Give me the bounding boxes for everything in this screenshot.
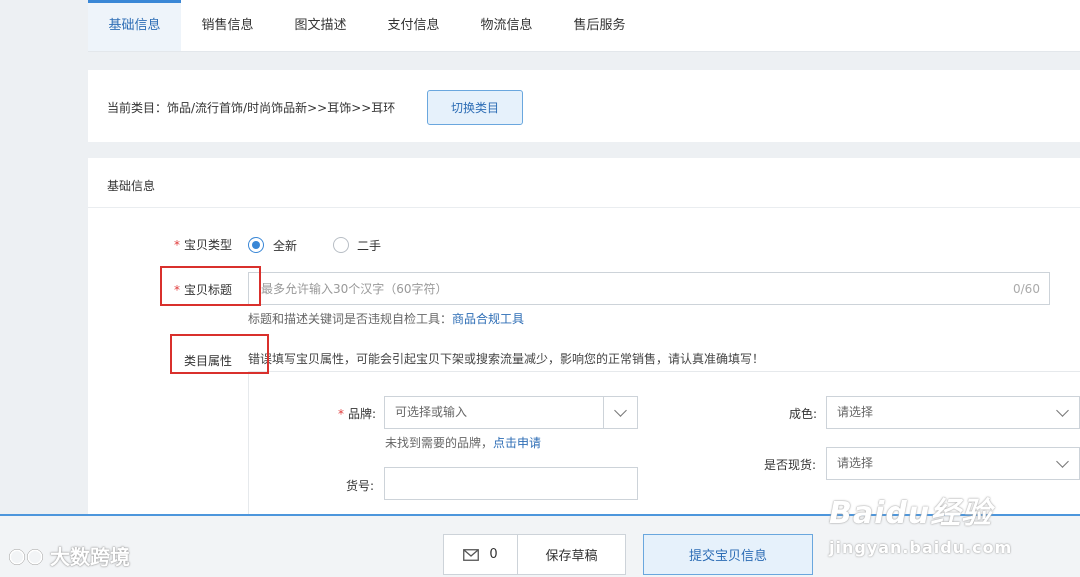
- tab-logistics-info[interactable]: 物流信息: [460, 0, 553, 51]
- item-title-label: * 宝贝标题: [174, 283, 233, 297]
- message-count: 0: [489, 547, 498, 562]
- tab-payment-info[interactable]: 支付信息: [367, 0, 460, 51]
- submit-item-button[interactable]: 提交宝贝信息: [643, 534, 813, 575]
- condition-dropdown-toggle[interactable]: [1056, 397, 1069, 428]
- divider: [88, 207, 1080, 208]
- in-stock-placeholder: 请选择: [837, 456, 874, 470]
- category-attributes-label: 类目属性: [184, 354, 233, 368]
- required-asterisk: *: [174, 238, 180, 252]
- watermark-url: jingyan.baidu.com: [829, 538, 1013, 557]
- brand-label: * 品牌:: [338, 407, 377, 421]
- item-type-label: * 宝贝类型: [174, 238, 233, 252]
- condition-select[interactable]: 请选择: [826, 396, 1080, 429]
- in-stock-label: 是否现货:: [764, 458, 817, 472]
- current-category: 当前类目：饰品/流行首饰/时尚饰品新>>耳饰>>耳环: [107, 101, 396, 115]
- watermark-brand: Baidu经验: [829, 496, 993, 531]
- basic-info-panel: 基础信息 *宝贝类型 全新 二手 *宝贝标题 0/60 标题和描述关键词是否违规…: [88, 158, 1080, 518]
- tab-sales-info[interactable]: 销售信息: [181, 0, 274, 51]
- radio-secondhand[interactable]: [333, 237, 349, 253]
- compliance-tool-link[interactable]: 商品合规工具: [452, 312, 524, 326]
- radio-new[interactable]: [248, 237, 264, 253]
- watermark-logo-icon: [8, 548, 44, 565]
- item-title-input[interactable]: [248, 272, 1050, 305]
- in-stock-select[interactable]: 请选择: [826, 447, 1080, 480]
- tab-after-sales[interactable]: 售后服务: [553, 0, 646, 51]
- chevron-down-icon: [1056, 403, 1069, 417]
- condition-placeholder: 请选择: [837, 405, 874, 419]
- attributes-warning: 错误填写宝贝属性，可能会引起宝贝下架或搜索流量减少，影响您的正常销售，请认真准确…: [248, 352, 765, 366]
- envelope-icon: [463, 548, 480, 561]
- tab-description[interactable]: 图文描述: [274, 0, 367, 51]
- section-title: 基础信息: [107, 179, 156, 193]
- in-stock-dropdown-toggle[interactable]: [1056, 448, 1069, 479]
- item-number-input[interactable]: [384, 467, 638, 500]
- radio-secondhand-label: 二手: [357, 239, 382, 253]
- title-hint: 标题和描述关键词是否违规自检工具：商品合规工具: [248, 312, 525, 326]
- save-draft-button[interactable]: 保存草稿: [518, 534, 626, 575]
- watermark-left: 大数跨境: [8, 541, 130, 570]
- title-char-counter: 0/60: [1013, 282, 1040, 296]
- category-bar: 当前类目：饰品/流行首饰/时尚饰品新>>耳饰>>耳环 切换类目: [88, 70, 1080, 142]
- apply-brand-link[interactable]: 点击申请: [493, 436, 541, 450]
- item-number-label: 货号:: [346, 479, 375, 493]
- brand-select[interactable]: 可选择或输入: [384, 396, 638, 429]
- tab-basic-info[interactable]: 基础信息: [88, 0, 181, 51]
- brand-hint: 未找到需要的品牌，点击申请: [385, 436, 542, 450]
- required-asterisk: *: [174, 283, 180, 297]
- condition-label: 成色:: [789, 407, 818, 421]
- required-asterisk: *: [338, 407, 344, 421]
- chevron-down-icon: [614, 403, 627, 417]
- watermark-baidu: Baidu经验 jingyan.baidu.com: [829, 488, 1029, 558]
- message-button[interactable]: 0: [443, 534, 518, 575]
- chevron-down-icon: [1056, 454, 1069, 468]
- switch-category-button[interactable]: 切换类目: [427, 90, 523, 125]
- brand-placeholder: 可选择或输入: [395, 405, 468, 419]
- brand-dropdown-toggle[interactable]: [603, 397, 637, 428]
- radio-new-label: 全新: [273, 239, 298, 253]
- tab-bar: 基础信息 销售信息 图文描述 支付信息 物流信息 售后服务: [88, 0, 1080, 52]
